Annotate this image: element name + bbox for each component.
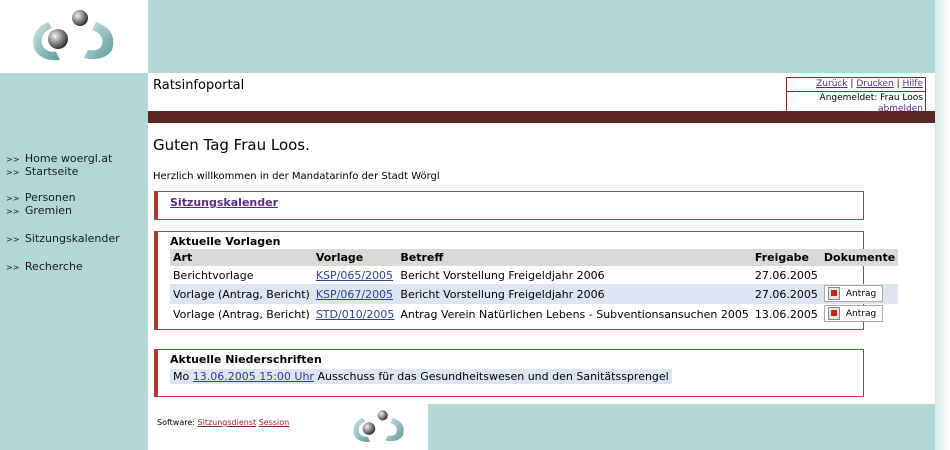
table-row: Berichtvorlage KSP/065/2005 Bericht Vors… bbox=[170, 266, 898, 284]
calendar-link[interactable]: Sitzungskalender bbox=[170, 196, 278, 209]
cell-betreff: Antrag Verein Natürlichen Lebens - Subve… bbox=[400, 307, 749, 321]
document-button[interactable]: Antrag bbox=[823, 285, 884, 302]
meeting-date-link[interactable]: 13.06.2005 15:00 Uhr bbox=[193, 370, 314, 383]
calendar-box: Sitzungskalender bbox=[154, 191, 864, 220]
footer-link-session[interactable]: Session bbox=[259, 418, 290, 427]
sidebar-item-startseite[interactable]: >> Startseite bbox=[0, 166, 148, 179]
cell-freigabe: 27.06.2005 bbox=[751, 284, 821, 304]
pdf-icon bbox=[827, 307, 840, 320]
software-label: Software: bbox=[157, 418, 195, 427]
vorlagen-title: Aktuelle Vorlagen bbox=[170, 235, 281, 248]
print-link[interactable]: Drucken bbox=[856, 79, 893, 89]
sidebar-item-label: Gremien bbox=[24, 204, 72, 217]
table-header-row: Art Vorlage Betreff Freigabe Dokumente bbox=[170, 249, 899, 266]
vorlage-link[interactable]: KSP/065/2005 bbox=[316, 269, 393, 282]
column-header: Betreff bbox=[397, 249, 752, 266]
sidebar-item-recherche[interactable]: >> Recherche bbox=[0, 261, 148, 274]
footer-logo-cell bbox=[330, 404, 428, 450]
document-label: Antrag bbox=[845, 288, 877, 299]
sidebar-item-label: Personen bbox=[24, 191, 76, 204]
column-header: Vorlage bbox=[312, 249, 398, 266]
sidebar-item-label: Startseite bbox=[24, 165, 79, 178]
help-link[interactable]: Hilfe bbox=[903, 79, 923, 89]
back-link[interactable]: Zurück bbox=[816, 79, 847, 89]
divider-bar bbox=[148, 111, 935, 123]
sidebar-item-label: Sitzungskalender bbox=[24, 232, 120, 245]
weekday: Mo bbox=[173, 370, 190, 383]
cell-art: Berichtvorlage bbox=[173, 268, 254, 282]
header-band bbox=[148, 0, 935, 73]
sidebar-item-label: Recherche bbox=[24, 260, 83, 273]
cell-dokumente bbox=[821, 266, 898, 284]
column-header: Art bbox=[170, 249, 313, 266]
recycling-balls-logo-icon bbox=[33, 10, 114, 61]
document-label: Antrag bbox=[845, 308, 877, 319]
greeting: Guten Tag Frau Loos. bbox=[153, 136, 310, 154]
recycling-balls-logo-icon bbox=[353, 410, 404, 442]
table-row: Vorlage (Antrag, Bericht) KSP/067/2005 B… bbox=[170, 284, 899, 304]
list-item: Mo 13.06.2005 15:00 Uhr Ausschuss für da… bbox=[170, 369, 672, 384]
footer: Software: Sitzungsdienst Session bbox=[148, 418, 289, 427]
page-title: Ratsinfoportal bbox=[153, 78, 245, 93]
vorlage-link[interactable]: STD/010/2005 bbox=[316, 308, 395, 321]
sidebar: >> Home woergl.at >> Startseite >> Perso… bbox=[0, 73, 148, 450]
column-header: Dokumente bbox=[820, 249, 899, 266]
table-row: Vorlage (Antrag, Bericht) STD/010/2005 A… bbox=[170, 304, 898, 324]
vorlagen-table: Art Vorlage Betreff Freigabe Dokumente B… bbox=[170, 249, 899, 324]
welcome-text: Herzlich willkommen in der Mandatarinfo … bbox=[153, 171, 440, 182]
document-button[interactable]: Antrag bbox=[823, 305, 884, 322]
vorlage-link[interactable]: KSP/067/2005 bbox=[316, 288, 393, 301]
cell-art: Vorlage (Antrag, Bericht) bbox=[173, 307, 310, 321]
column-header: Freigabe bbox=[751, 249, 821, 266]
niederschriften-box: Aktuelle Niederschriften Mo 13.06.2005 1… bbox=[154, 349, 864, 397]
pdf-icon bbox=[827, 287, 840, 300]
sidebar-item-sitzungskalender[interactable]: >> Sitzungskalender bbox=[0, 233, 148, 246]
niederschriften-title: Aktuelle Niederschriften bbox=[170, 353, 322, 366]
logo-cell bbox=[0, 0, 148, 73]
cell-betreff: Bericht Vorstellung Freigeldjahr 2006 bbox=[397, 284, 752, 304]
cell-betreff: Bericht Vorstellung Freigeldjahr 2006 bbox=[400, 268, 605, 282]
cell-art: Vorlage (Antrag, Bericht) bbox=[170, 284, 313, 304]
meeting-title: Ausschuss für das Gesundheitswesen und d… bbox=[317, 370, 669, 383]
vorlagen-box: Aktuelle Vorlagen Art Vorlage Betreff Fr… bbox=[154, 231, 899, 330]
frame-edge bbox=[935, 0, 950, 450]
footer-link-sitzungsdienst[interactable]: Sitzungsdienst bbox=[198, 418, 257, 427]
cell-freigabe: 27.06.2005 bbox=[754, 268, 818, 282]
cell-freigabe: 13.06.2005 bbox=[754, 307, 818, 321]
logged-in-label: Angemeldet: Frau Loos bbox=[819, 93, 923, 103]
main-content: Ratsinfoportal Zurück | Drucken | Hilfe … bbox=[148, 73, 935, 450]
sidebar-item-gremien[interactable]: >> Gremien bbox=[0, 205, 148, 218]
sidebar-item-label: Home woergl.at bbox=[24, 152, 113, 165]
